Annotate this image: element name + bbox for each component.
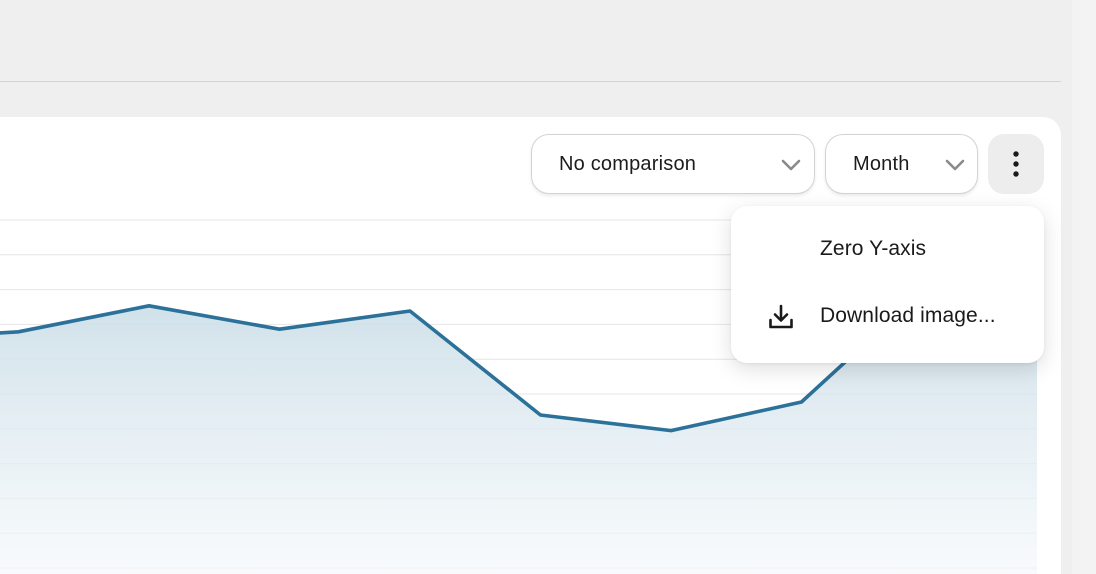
data-point bbox=[1060, 272, 1066, 278]
chevron-down-icon bbox=[945, 159, 965, 171]
chart-options-menu: Zero Y-axis Download image... bbox=[731, 206, 1044, 363]
more-options-button[interactable] bbox=[988, 134, 1044, 194]
data-point bbox=[146, 303, 152, 309]
chevron-down-icon bbox=[781, 159, 801, 171]
menu-item-label: Zero Y-axis bbox=[820, 237, 927, 260]
data-point bbox=[538, 412, 544, 418]
download-icon bbox=[769, 304, 793, 329]
page: No comparison Month Zero Y-axis Download… bbox=[0, 0, 1096, 574]
data-point bbox=[799, 399, 805, 405]
comparison-select[interactable]: No comparison bbox=[531, 134, 815, 194]
data-point bbox=[668, 428, 674, 434]
menu-item-zero-y-axis[interactable]: Zero Y-axis bbox=[731, 221, 1044, 277]
data-point bbox=[277, 326, 283, 332]
period-select[interactable]: Month bbox=[825, 134, 978, 194]
menu-item-download-image[interactable]: Download image... bbox=[731, 288, 1044, 344]
comparison-select-value: No comparison bbox=[559, 152, 697, 175]
menu-item-label: Download image... bbox=[820, 304, 996, 327]
data-point bbox=[407, 308, 413, 314]
data-point bbox=[16, 329, 22, 335]
more-vertical-icon bbox=[1013, 151, 1019, 177]
period-select-value: Month bbox=[853, 152, 910, 175]
